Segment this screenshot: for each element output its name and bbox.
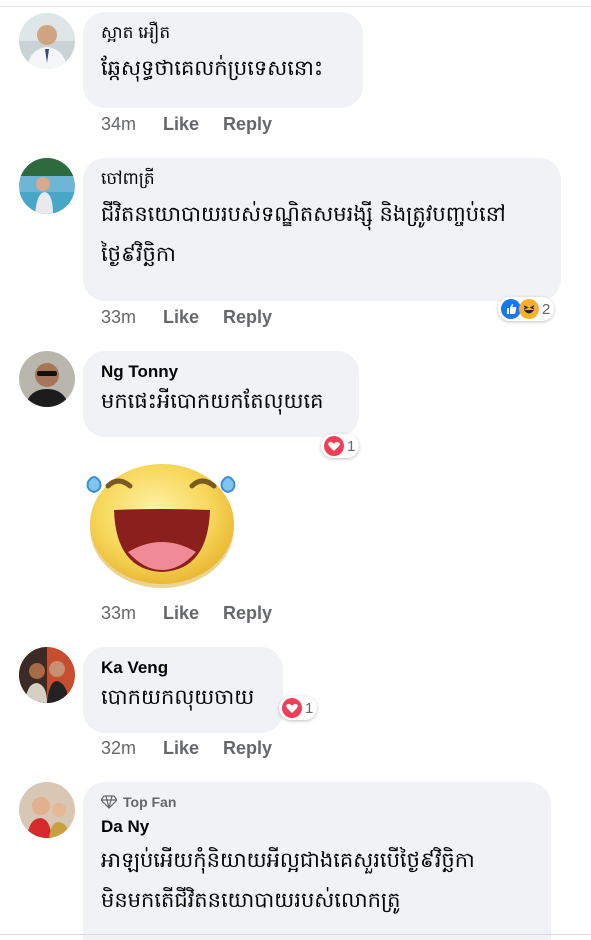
haha-icon: [519, 299, 539, 319]
comment-time[interactable]: 33m: [101, 603, 136, 624]
like-button[interactable]: Like: [163, 738, 199, 759]
reaction-summary[interactable]: 1: [279, 696, 318, 720]
reply-button[interactable]: Reply: [223, 114, 272, 135]
comment-bubble: Ka Veng បោកយកលុយចាយ: [83, 647, 283, 733]
reaction-count: 2: [542, 300, 551, 318]
reply-button[interactable]: Reply: [223, 603, 272, 624]
avatar[interactable]: [19, 13, 75, 69]
reply-button[interactable]: Reply: [223, 307, 272, 328]
comment-text: ជីវិតនយោបាយរបស់ទណ្ឌិតសមរង្ស៊ី និងត្រូវបញ…: [101, 202, 506, 266]
comment-bubble: ស្អាត អឿត ឆ្កែសុទ្ធថាគេលក់ប្រទេសនោះ: [83, 12, 363, 108]
diamond-icon: [101, 795, 117, 809]
commenter-name[interactable]: Ng Tonny: [101, 361, 343, 383]
commenter-name[interactable]: Ka Veng: [101, 657, 267, 679]
commenter-name[interactable]: Da Ny: [101, 816, 535, 838]
like-button[interactable]: Like: [163, 307, 199, 328]
top-fan-badge: Top Fan: [101, 792, 535, 812]
comment-time[interactable]: 33m: [101, 307, 136, 328]
like-button[interactable]: Like: [163, 603, 199, 624]
comment-text: មកផេះអីបោកយកតែលុយគេ: [101, 389, 324, 413]
comment-text: បោកយកលុយចាយ: [101, 685, 255, 709]
comment-bubble: ចៅពាត្រី ជីវិតនយោបាយរបស់ទណ្ឌិតសមរង្ស៊ី ន…: [83, 158, 561, 301]
laughing-face-sticker: [80, 452, 242, 590]
love-icon: [282, 698, 302, 718]
comment-text: អាឡប់អើយកុំនិយាយអីល្អជាងគេសួរបើថ្ងៃ៩វិច្…: [101, 848, 475, 912]
reply-button[interactable]: Reply: [223, 738, 272, 759]
reaction-count: 1: [347, 437, 356, 455]
bottom-divider: [0, 934, 591, 935]
commenter-name[interactable]: ស្អាត អឿត: [101, 22, 347, 44]
reaction-summary[interactable]: 1: [321, 434, 360, 458]
avatar[interactable]: [19, 647, 75, 703]
comment-time[interactable]: 32m: [101, 738, 136, 759]
like-icon: [501, 299, 521, 319]
like-button[interactable]: Like: [163, 114, 199, 135]
avatar[interactable]: [19, 158, 75, 214]
top-divider: [0, 6, 591, 7]
reaction-summary[interactable]: 2: [498, 297, 555, 321]
love-icon: [324, 436, 344, 456]
comment-bubble: Top Fan Da Ny អាឡប់អើយកុំនិយាយអីល្អជាងគេ…: [83, 782, 551, 940]
reaction-count: 1: [305, 699, 314, 717]
comment-text: ឆ្កែសុទ្ធថាគេលក់ប្រទេសនោះ: [101, 56, 324, 80]
commenter-name[interactable]: ចៅពាត្រី: [101, 168, 545, 190]
comment-time[interactable]: 34m: [101, 114, 136, 135]
top-fan-label: Top Fan: [123, 794, 177, 810]
comment-bubble: Ng Tonny មកផេះអីបោកយកតែលុយគេ: [83, 351, 359, 437]
avatar[interactable]: [19, 782, 75, 838]
avatar[interactable]: [19, 351, 75, 407]
